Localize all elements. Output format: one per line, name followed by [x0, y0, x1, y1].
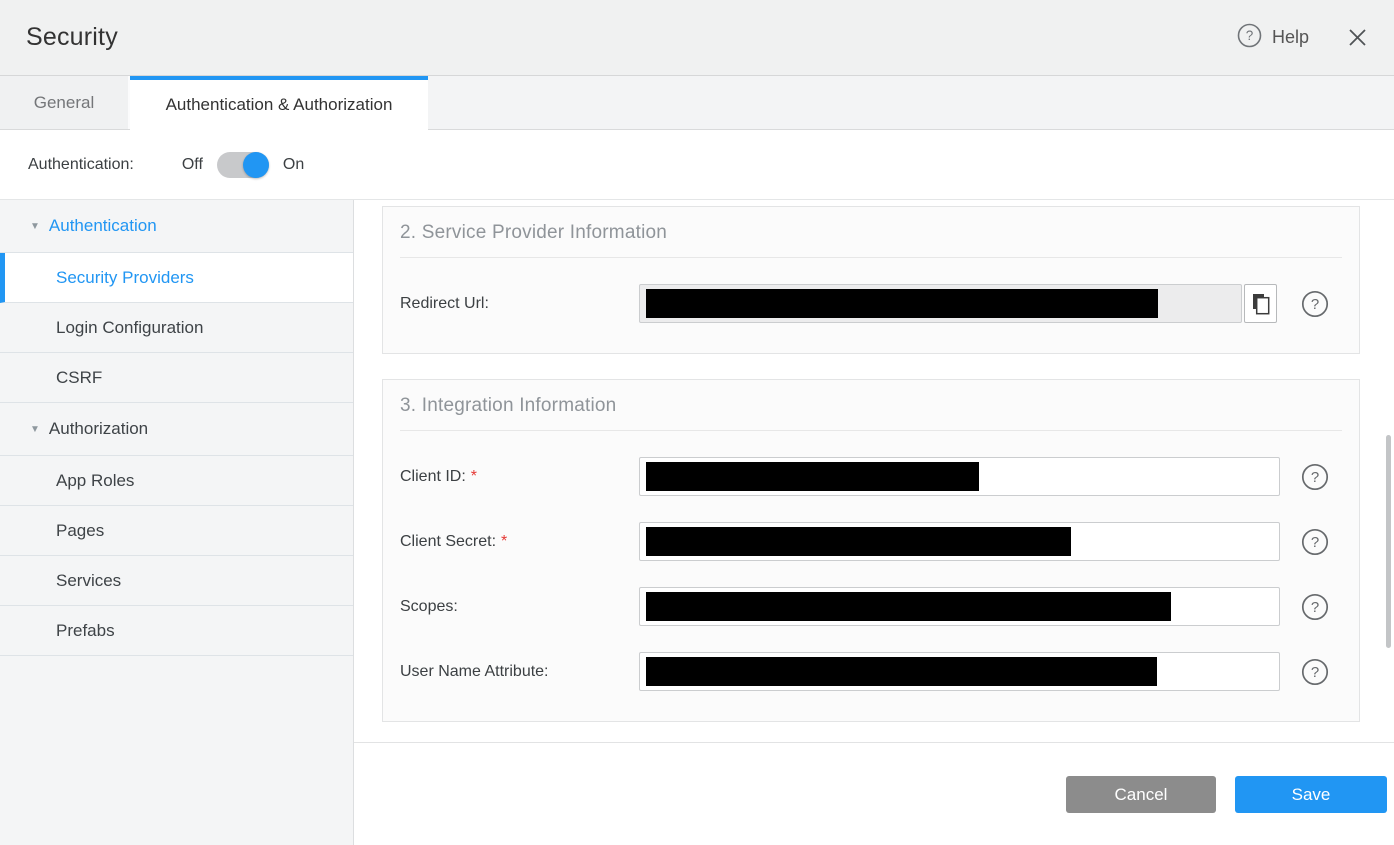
authentication-toggle-row: Authentication: Off On [0, 130, 1394, 200]
scopes-input[interactable] [639, 587, 1280, 626]
sidebar-item-login-configuration[interactable]: Login Configuration [0, 303, 353, 353]
dialog-header: Security ? Help [0, 0, 1394, 76]
svg-text:?: ? [1311, 469, 1319, 486]
redirect-url-input-group [639, 284, 1280, 323]
user-name-attribute-input[interactable] [639, 652, 1280, 691]
security-dialog: Security ? Help General Authent [0, 0, 1394, 845]
user-name-attribute-label: User Name Attribute: [400, 663, 639, 681]
svg-text:?: ? [1311, 296, 1319, 313]
cancel-button[interactable]: Cancel [1066, 776, 1216, 813]
header-actions: ? Help [1237, 23, 1368, 53]
sidebar-group-label: Authorization [49, 419, 148, 439]
section-integration-information: 3. Integration Information Client ID:* ? [382, 379, 1360, 722]
svg-text:?: ? [1311, 534, 1319, 551]
client-secret-input[interactable] [639, 522, 1280, 561]
chevron-down-icon: ▼ [30, 221, 40, 232]
field-row-client-id: Client ID:* ? [400, 457, 1342, 496]
chevron-down-icon: ▼ [30, 424, 40, 435]
field-row-user-name-attribute: User Name Attribute: ? [400, 652, 1342, 691]
section-service-provider-information: 2. Service Provider Information Redirect… [382, 206, 1360, 354]
section-title: 2. Service Provider Information [400, 222, 1342, 244]
sidebar-item-security-providers[interactable]: Security Providers [0, 253, 353, 303]
authentication-toggle-label: Authentication: [28, 156, 134, 174]
sidebar-group-label: Authentication [49, 216, 157, 236]
help-button[interactable]: ? Help [1237, 23, 1309, 53]
scopes-label: Scopes: [400, 598, 639, 616]
toggle-off-label: Off [182, 156, 203, 174]
settings-sidebar: ▼ Authentication Security Providers Logi… [0, 200, 354, 845]
copy-icon[interactable] [1244, 284, 1277, 323]
scopes-help-icon[interactable]: ? [1301, 593, 1329, 621]
required-asterisk: * [471, 468, 477, 485]
switch-knob [243, 152, 269, 178]
page-title: Security [26, 23, 118, 52]
sidebar-item-prefabs[interactable]: Prefabs [0, 606, 353, 656]
sidebar-item-pages[interactable]: Pages [0, 506, 353, 556]
sidebar-group-authentication[interactable]: ▼ Authentication [0, 200, 353, 253]
close-icon[interactable] [1347, 27, 1368, 48]
redirect-url-input[interactable] [639, 284, 1242, 323]
user-name-attribute-help-icon[interactable]: ? [1301, 658, 1329, 686]
sidebar-group-authorization[interactable]: ▼ Authorization [0, 403, 353, 456]
redirect-url-label: Redirect Url: [400, 295, 639, 313]
section-title: 3. Integration Information [400, 395, 1342, 417]
field-row-redirect-url: Redirect Url: [400, 284, 1342, 323]
provider-form-scroll-area: 2. Service Provider Information Redirect… [354, 200, 1394, 742]
toggle-on-label: On [283, 156, 304, 174]
redacted-value [646, 527, 1071, 556]
field-row-client-secret: Client Secret:* ? [400, 522, 1342, 561]
tab-authentication-authorization[interactable]: Authentication & Authorization [130, 76, 428, 130]
svg-text:?: ? [1311, 664, 1319, 681]
redacted-value [646, 592, 1171, 621]
client-id-help-icon[interactable]: ? [1301, 463, 1329, 491]
required-asterisk: * [501, 533, 507, 550]
client-secret-label: Client Secret:* [400, 533, 639, 551]
field-row-scopes: Scopes: ? [400, 587, 1342, 626]
redacted-value [646, 657, 1157, 686]
client-id-label: Client ID:* [400, 468, 639, 486]
section-divider [400, 257, 1342, 258]
main-panel: 2. Service Provider Information Redirect… [354, 200, 1394, 845]
save-button[interactable]: Save [1235, 776, 1387, 813]
redacted-value [646, 462, 979, 491]
dialog-footer: Cancel Save [354, 742, 1394, 845]
section-divider [400, 430, 1342, 431]
redirect-url-help-icon[interactable]: ? [1301, 290, 1329, 318]
tab-general[interactable]: General [0, 76, 130, 129]
svg-text:?: ? [1246, 28, 1254, 43]
svg-text:?: ? [1311, 599, 1319, 616]
redacted-value [646, 289, 1158, 318]
sidebar-item-app-roles[interactable]: App Roles [0, 456, 353, 506]
client-secret-help-icon[interactable]: ? [1301, 528, 1329, 556]
scrollbar[interactable] [1386, 435, 1391, 648]
sidebar-item-services[interactable]: Services [0, 556, 353, 606]
help-circle-icon: ? [1237, 23, 1262, 53]
authentication-switch[interactable] [217, 152, 269, 178]
client-id-input[interactable] [639, 457, 1280, 496]
dialog-body: ▼ Authentication Security Providers Logi… [0, 200, 1394, 845]
help-label: Help [1272, 27, 1309, 48]
sidebar-item-csrf[interactable]: CSRF [0, 353, 353, 403]
tab-bar: General Authentication & Authorization [0, 76, 1394, 130]
